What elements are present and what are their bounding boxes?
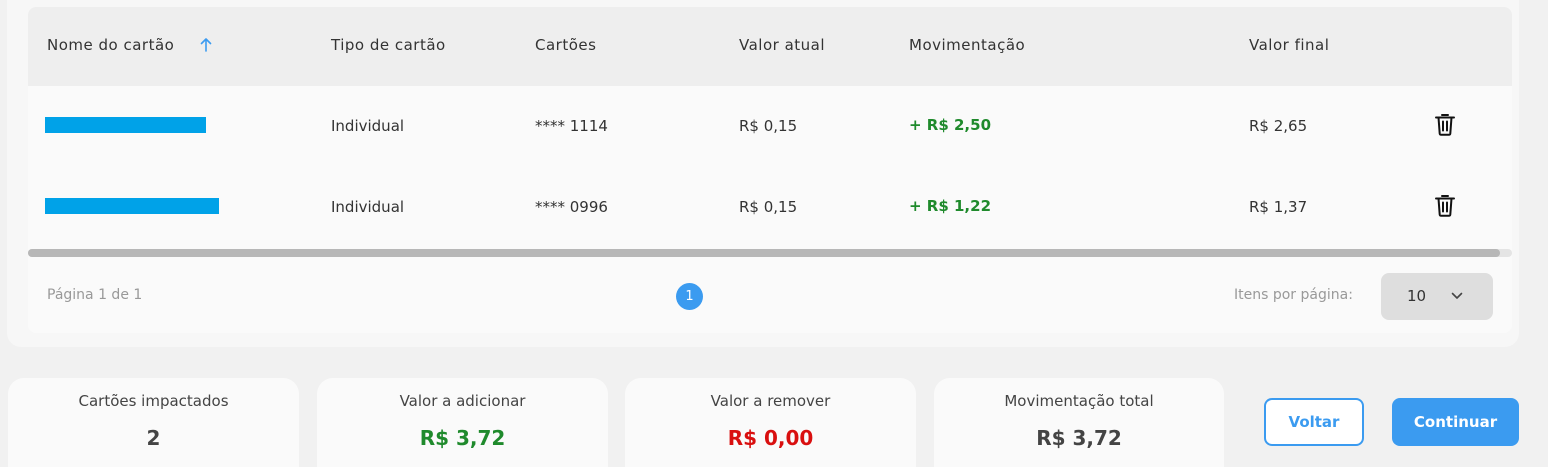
- column-header-type[interactable]: Tipo de cartão: [331, 36, 446, 54]
- items-per-page-value: 10: [1407, 287, 1427, 305]
- stat-value-to-add: Valor a adicionar R$ 3,72: [317, 378, 608, 467]
- table-row: Individual **** 0996 R$ 0,15 + R$ 1,22 R…: [28, 167, 1512, 248]
- items-per-page-select[interactable]: 10: [1381, 273, 1493, 320]
- column-header-movement[interactable]: Movimentação: [909, 36, 1025, 54]
- table-row: Individual **** 1114 R$ 0,15 + R$ 2,50 R…: [28, 86, 1512, 167]
- stat-cards-impacted: Cartões impactados 2: [8, 378, 299, 467]
- movement-value: + R$ 1,22: [909, 197, 992, 215]
- trash-icon[interactable]: [1434, 193, 1456, 217]
- current-value: R$ 0,15: [739, 198, 798, 216]
- redacted-card-name: [45, 198, 219, 214]
- card-number: **** 1114: [535, 117, 608, 135]
- column-header-current-value[interactable]: Valor atual: [739, 36, 825, 54]
- items-per-page-label: Itens por página:: [1234, 287, 1353, 303]
- stat-value: R$ 3,72: [419, 426, 506, 450]
- stat-label: Valor a remover: [710, 392, 831, 410]
- stat-label: Cartões impactados: [78, 392, 229, 410]
- column-header-final-value[interactable]: Valor final: [1249, 36, 1329, 54]
- table-header: Nome do cartão Tipo de cartão Cartões Va…: [28, 7, 1512, 86]
- card-type: Individual: [331, 117, 405, 135]
- stat-value: 2: [146, 426, 161, 450]
- stat-value: R$ 3,72: [1036, 426, 1122, 450]
- card-number: **** 0996: [535, 198, 608, 216]
- current-value: R$ 0,15: [739, 117, 798, 135]
- movement-value: + R$ 2,50: [909, 116, 992, 134]
- redacted-card-name: [45, 117, 206, 133]
- page-button-1[interactable]: 1: [676, 283, 703, 310]
- cards-table: Nome do cartão Tipo de cartão Cartões Va…: [28, 7, 1512, 333]
- column-header-cards[interactable]: Cartões: [535, 36, 596, 54]
- horizontal-scrollbar[interactable]: [28, 249, 1512, 257]
- arrow-up-icon[interactable]: [200, 38, 212, 52]
- column-header-name[interactable]: Nome do cartão: [47, 36, 174, 54]
- stat-total-movement: Movimentação total R$ 3,72: [934, 378, 1224, 467]
- trash-icon[interactable]: [1434, 112, 1456, 136]
- chevron-down-icon: [1451, 292, 1463, 299]
- continue-button[interactable]: Continuar: [1392, 398, 1519, 446]
- back-button[interactable]: Voltar: [1264, 398, 1364, 446]
- stat-value-to-remove: Valor a remover R$ 0,00: [625, 378, 916, 467]
- stat-label: Valor a adicionar: [399, 392, 526, 410]
- scrollbar-thumb[interactable]: [28, 249, 1500, 257]
- card-type: Individual: [331, 198, 405, 216]
- stat-label: Movimentação total: [1004, 392, 1154, 410]
- final-value: R$ 1,37: [1249, 198, 1308, 216]
- pagination-summary: Página 1 de 1: [47, 287, 143, 303]
- final-value: R$ 2,65: [1249, 117, 1308, 135]
- stat-value: R$ 0,00: [727, 426, 814, 450]
- cards-panel: Nome do cartão Tipo de cartão Cartões Va…: [7, 0, 1519, 347]
